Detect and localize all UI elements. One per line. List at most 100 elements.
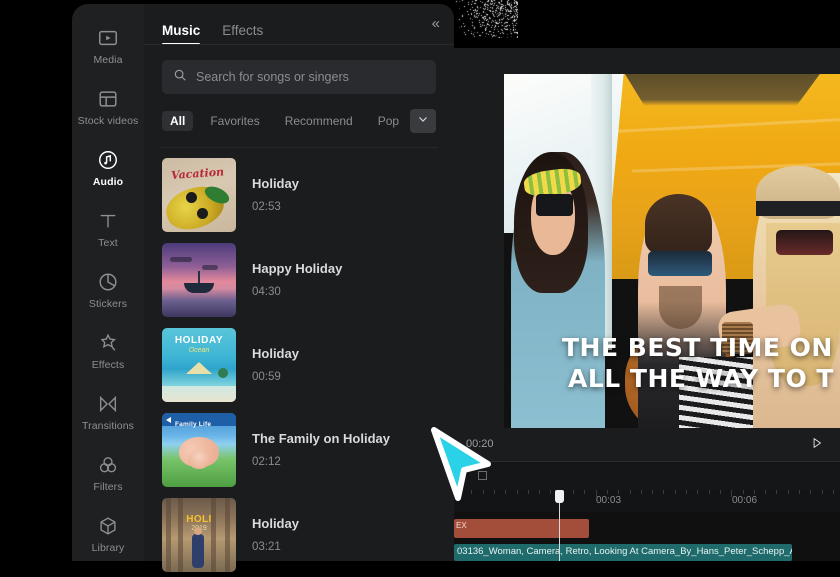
transitions-icon [97, 393, 119, 415]
left-sidebar: Media Stock videos Audio Text Stickers E… [72, 4, 144, 561]
timeline-playhead[interactable] [555, 490, 564, 561]
video-preview[interactable]: THE BEST TIME ON T ALL THE WAY TO T [504, 74, 840, 428]
track-duration: 02:12 [252, 456, 281, 468]
ruler-tick [663, 490, 665, 494]
list-item[interactable]: Happy Holiday 04:30 [144, 237, 454, 322]
track-duration: 03:21 [252, 541, 281, 553]
sidebar-label: Library [91, 542, 125, 554]
ruler-tick [799, 490, 800, 494]
sidebar-item-library[interactable]: Library [72, 504, 144, 565]
track-thumbnail: Family Life [162, 412, 236, 487]
ruler-tick [787, 490, 789, 494]
ruler-tick [697, 490, 699, 494]
track-thumbnail: HOLIDAY Ocean [162, 327, 236, 402]
player-controls-bar: 00:20 [454, 429, 840, 462]
text-icon [97, 210, 119, 232]
sidebar-label: Text [98, 237, 118, 249]
overlay-line-1: THE BEST TIME ON T [562, 332, 840, 362]
track-thumbnail: vacation-pineapple Vacation [162, 157, 236, 232]
static-noise-artifact [454, 0, 518, 38]
track-name: Holiday [252, 346, 299, 361]
preview-container: THE BEST TIME ON T ALL THE WAY TO T [454, 48, 840, 429]
sidebar-label: Effects [91, 359, 125, 371]
ruler-tick [584, 490, 586, 494]
playhead-handle[interactable] [555, 490, 564, 503]
sidebar-item-stickers[interactable]: Stickers [72, 260, 144, 321]
chip-recommend[interactable]: Recommend [277, 111, 361, 131]
ruler-tick [527, 490, 529, 494]
ruler-tick [708, 490, 710, 494]
ruler-label: 00:03 [596, 495, 622, 506]
effects-icon [97, 332, 119, 354]
timeline-audio-lane: EX [454, 519, 840, 541]
tab-music[interactable]: Music [162, 23, 201, 45]
sidebar-item-filters[interactable]: Filters [72, 443, 144, 504]
music-track-list: vacation-pineapple Vacation Holiday 02:5… [144, 152, 454, 577]
left-gutter [0, 0, 72, 561]
sidebar-label: Transitions [81, 420, 135, 432]
audio-clip-label: EX [456, 521, 467, 530]
timeline-ruler[interactable]: 00:03 00:06 [454, 490, 840, 512]
filters-icon [97, 454, 119, 476]
tab-effects[interactable]: Effects [222, 23, 263, 44]
library-icon [97, 515, 119, 537]
sidebar-item-stock-videos[interactable]: Stock videos [72, 77, 144, 138]
stock-videos-icon [97, 88, 119, 110]
ruler-tick [753, 490, 755, 494]
overlay-line-2: ALL THE WAY TO T [568, 363, 834, 393]
category-chips: All Favorites Recommend Pop R [162, 109, 436, 133]
ruler-label: 00:06 [732, 495, 758, 506]
list-item[interactable]: vacation-pineapple Vacation Holiday 02:5… [144, 152, 454, 237]
crop-tool-icon[interactable] [478, 471, 487, 480]
chevron-down-icon [417, 112, 429, 130]
sidebar-item-audio[interactable]: Audio [72, 138, 144, 199]
list-item[interactable]: HOLI 2019 Holiday 03:21 [144, 492, 454, 577]
ruler-tick [686, 490, 687, 494]
chips-expand-button[interactable] [410, 109, 436, 133]
play-button[interactable] [808, 436, 826, 454]
list-item[interactable]: Family Life The Family on Holiday 02:12 [144, 407, 454, 492]
ruler-tick [460, 490, 461, 497]
search-box[interactable] [162, 60, 436, 94]
timeline-audio-clip[interactable]: EX [454, 519, 589, 538]
track-name: The Family on Holiday [252, 431, 390, 446]
tabs-divider [144, 44, 454, 45]
thumbnail-subtitle: Ocean [188, 346, 210, 354]
track-thumbnail [162, 242, 236, 317]
ruler-tick [505, 490, 507, 494]
list-item[interactable]: HOLIDAY Ocean Holiday 00:59 [144, 322, 454, 407]
track-name: Holiday [252, 176, 299, 191]
ruler-tick [550, 490, 552, 494]
ruler-tick [652, 490, 654, 494]
track-duration: 00:59 [252, 371, 281, 383]
current-timecode: 00:20 [466, 438, 494, 450]
ruler-tick [516, 490, 518, 494]
chip-pop[interactable]: Pop [370, 111, 407, 131]
sidebar-item-media[interactable]: Media [72, 16, 144, 77]
play-icon [810, 436, 824, 455]
chip-favorites[interactable]: Favorites [202, 111, 267, 131]
sidebar-item-text[interactable]: Text [72, 199, 144, 260]
ruler-tick [595, 490, 597, 497]
timeline-video-clip[interactable]: 03136_Woman, Camera, Retro, Looking At C… [454, 544, 792, 561]
search-icon [173, 68, 187, 87]
editor-area: THE BEST TIME ON T ALL THE WAY TO T 00:2… [454, 0, 840, 561]
chip-all[interactable]: All [162, 111, 194, 131]
ruler-tick [719, 490, 721, 494]
ruler-tick [832, 490, 834, 494]
ruler-tick [629, 490, 631, 494]
thumbnail-title: HOLI [186, 513, 212, 525]
timeline-video-lane: 03136_Woman, Camera, Retro, Looking At C… [454, 544, 840, 566]
collapse-panel-icon[interactable]: « [432, 16, 440, 31]
ruler-tick [765, 490, 767, 494]
track-name: Happy Holiday [252, 261, 343, 276]
audio-panel: Music Effects « All Favorites Recommend … [144, 4, 454, 572]
ruler-tick [731, 490, 733, 497]
sidebar-item-transitions[interactable]: Transitions [72, 382, 144, 443]
thumbnail-caption: Vacation [170, 164, 225, 182]
audio-icon [97, 149, 119, 171]
sidebar-label: Media [93, 54, 123, 66]
sidebar-label: Audio [92, 176, 124, 188]
sidebar-item-effects[interactable]: Effects [72, 321, 144, 382]
search-input[interactable] [196, 70, 425, 84]
